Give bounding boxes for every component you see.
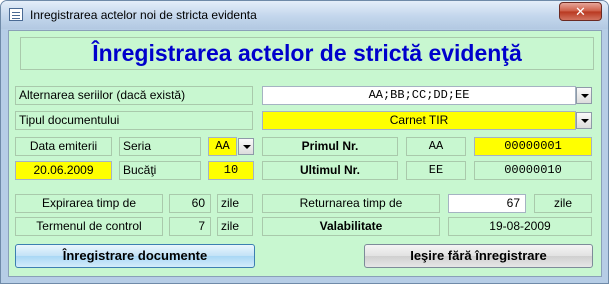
issue-date-label: Data emiterii bbox=[15, 137, 112, 156]
control-field[interactable]: 7 bbox=[169, 217, 211, 236]
return-field[interactable]: 67 bbox=[448, 194, 526, 213]
alternation-dropdown-icon[interactable] bbox=[576, 87, 592, 104]
validity-label: Valabilitate bbox=[262, 217, 440, 236]
title-bar[interactable]: Inregistrarea actelor noi de stricta evi… bbox=[1, 1, 608, 29]
first-no-field[interactable]: 00000001 bbox=[474, 137, 592, 156]
access-window: Inregistrarea actelor noi de stricta evi… bbox=[0, 0, 609, 284]
expiry-unit: zile bbox=[217, 194, 253, 213]
register-documents-button[interactable]: Înregistrare documente bbox=[15, 244, 255, 268]
series-label: Seria bbox=[119, 137, 201, 156]
return-unit: zile bbox=[534, 194, 592, 213]
last-no-field: 00000010 bbox=[474, 161, 592, 180]
series-combo[interactable]: AA bbox=[208, 137, 237, 156]
validity-value: 19-08-2009 bbox=[448, 217, 592, 236]
form-icon bbox=[9, 8, 23, 21]
last-no-label: Ultimul Nr. bbox=[262, 161, 398, 180]
doc-type-dropdown-icon[interactable] bbox=[576, 112, 592, 129]
control-unit: zile bbox=[217, 217, 253, 236]
doc-type-combo[interactable]: Carnet TIR bbox=[262, 111, 576, 130]
pieces-label: Bucăţi bbox=[119, 161, 201, 180]
doc-type-label: Tipul documentului bbox=[15, 111, 253, 130]
first-series-value: AA bbox=[406, 137, 466, 156]
form-body: Înregistrarea actelor de strictă evidenţ… bbox=[8, 30, 602, 277]
expiry-label: Expirarea timp de bbox=[15, 194, 163, 213]
alternation-combo[interactable]: AA;BB;CC;DD;EE bbox=[262, 86, 576, 105]
alternation-label: Alternarea seriilor (dacă există) bbox=[15, 86, 253, 105]
exit-without-register-button[interactable]: Ieşire fără înregistrare bbox=[364, 244, 593, 268]
close-button[interactable]: ✕ bbox=[559, 2, 602, 21]
series-dropdown-icon[interactable] bbox=[238, 138, 254, 155]
last-series-value: EE bbox=[406, 161, 466, 180]
first-no-label: Primul Nr. bbox=[262, 137, 398, 156]
window-title: Inregistrarea actelor noi de stricta evi… bbox=[30, 8, 257, 22]
pieces-field[interactable]: 10 bbox=[208, 161, 254, 180]
control-label: Termenul de control bbox=[15, 217, 163, 236]
issue-date-field[interactable]: 20.06.2009 bbox=[15, 161, 112, 180]
form-heading: Înregistrarea actelor de strictă evidenţ… bbox=[20, 37, 594, 70]
expiry-field[interactable]: 60 bbox=[169, 194, 211, 213]
return-label: Returnarea timp de bbox=[262, 194, 440, 213]
return-value: 67 bbox=[506, 196, 520, 210]
